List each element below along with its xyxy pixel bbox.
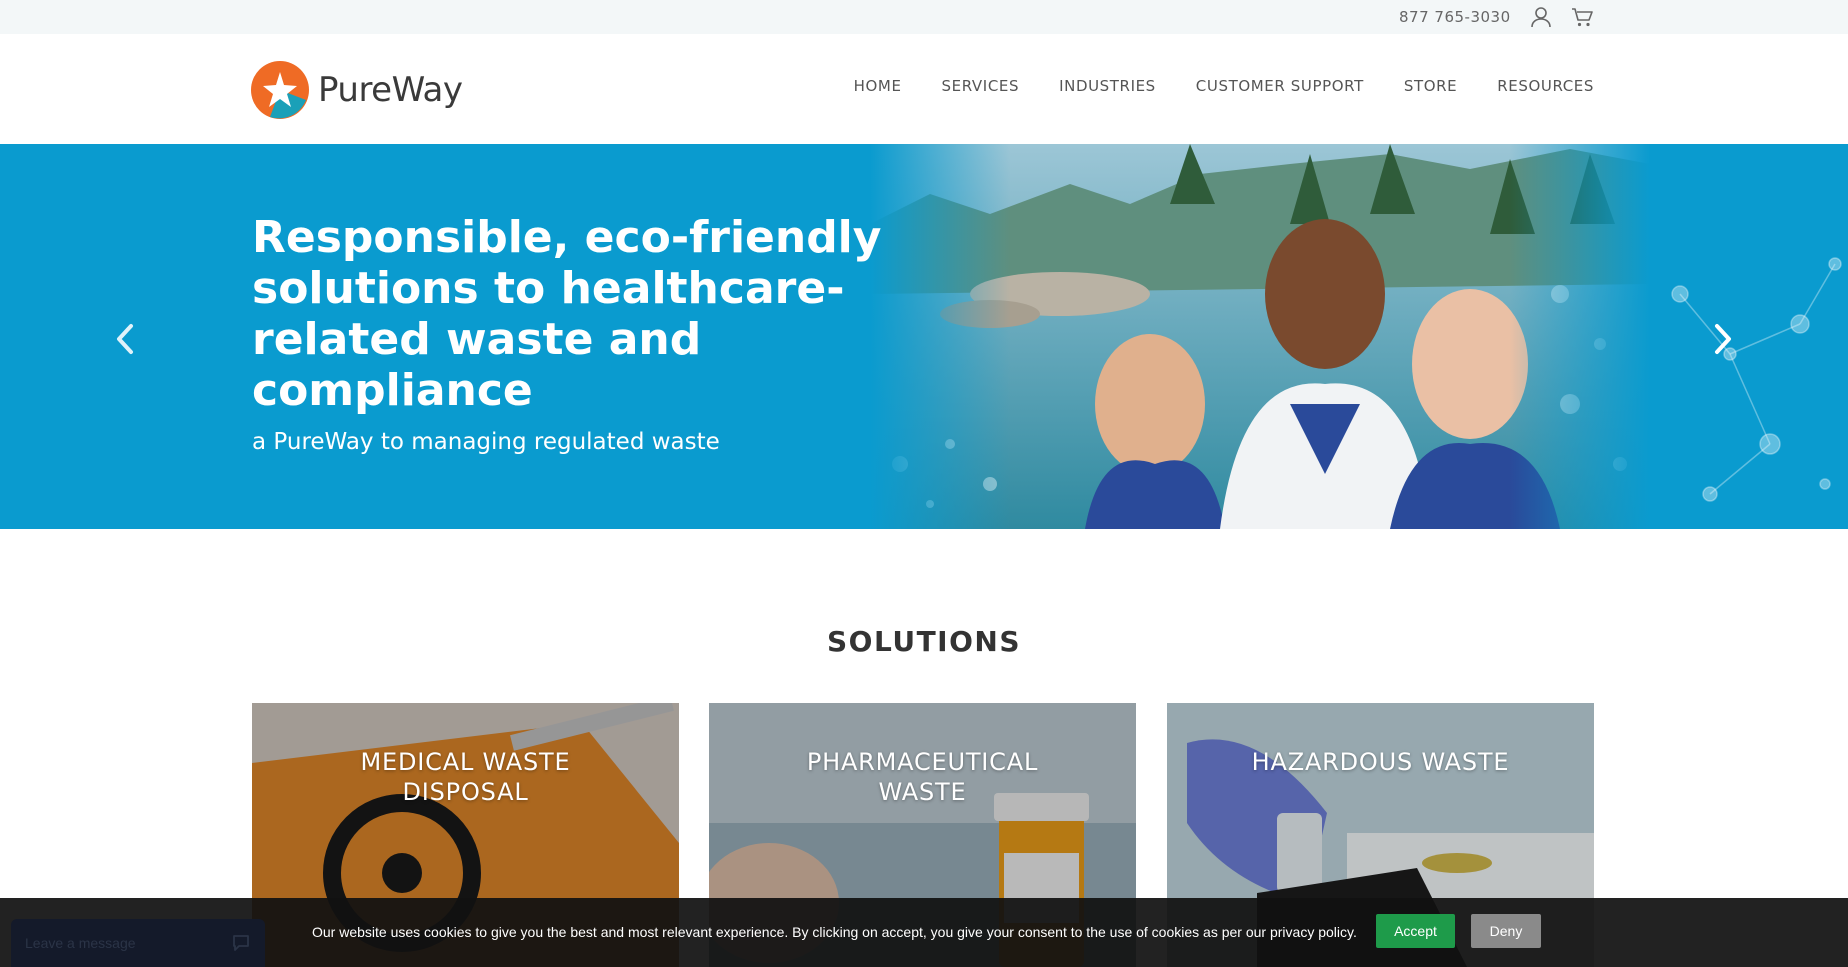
cart-icon[interactable] bbox=[1571, 6, 1593, 28]
nav-store[interactable]: STORE bbox=[1404, 77, 1457, 95]
chat-bubble-icon bbox=[231, 933, 251, 958]
card-label: PHARMACEUTICAL WASTE bbox=[806, 748, 1039, 806]
carousel-next-arrow-icon[interactable] bbox=[1703, 314, 1743, 364]
cookie-consent-banner: Our website uses cookies to give you the… bbox=[0, 898, 1848, 967]
nav-industries[interactable]: INDUSTRIES bbox=[1059, 77, 1156, 95]
solutions-heading: SOLUTIONS bbox=[827, 625, 1021, 658]
nav-customer-support[interactable]: CUSTOMER SUPPORT bbox=[1196, 77, 1364, 95]
card-label: HAZARDOUS WASTE bbox=[1251, 748, 1510, 776]
nav-resources[interactable]: RESOURCES bbox=[1497, 77, 1594, 95]
chat-widget-label: Leave a message bbox=[25, 935, 136, 951]
phone-number[interactable]: 877 765-3030 bbox=[1399, 8, 1511, 26]
card-label: MEDICAL WASTE DISPOSAL bbox=[360, 748, 571, 806]
hero-subheadline: a PureWay to managing regulated waste bbox=[252, 429, 720, 455]
hero-image bbox=[870, 144, 1650, 529]
logo-wordmark: PureWay bbox=[318, 70, 463, 110]
cookie-message: Our website uses cookies to give you the… bbox=[312, 924, 1357, 940]
carousel-prev-arrow-icon[interactable] bbox=[105, 314, 145, 364]
molecule-decoration bbox=[1671, 257, 1842, 502]
accept-cookies-button[interactable]: Accept bbox=[1376, 914, 1455, 948]
chat-widget[interactable]: Leave a message bbox=[11, 919, 265, 967]
nav-services[interactable]: SERVICES bbox=[942, 77, 1020, 95]
top-utility-bar: 877 765-3030 bbox=[0, 0, 1848, 34]
site-header: PureWay HOME SERVICES INDUSTRIES CUSTOME… bbox=[0, 34, 1848, 144]
nav-home[interactable]: HOME bbox=[854, 77, 902, 95]
site-logo[interactable]: PureWay bbox=[250, 58, 463, 122]
account-icon[interactable] bbox=[1530, 6, 1552, 28]
deny-cookies-button[interactable]: Deny bbox=[1471, 914, 1541, 948]
hero-carousel: Responsible, eco-friendly solutions to h… bbox=[0, 144, 1848, 529]
pureway-logo-icon bbox=[251, 61, 309, 119]
hero-headline: Responsible, eco-friendly solutions to h… bbox=[252, 212, 882, 416]
main-navigation: HOME SERVICES INDUSTRIES CUSTOMER SUPPOR… bbox=[854, 77, 1594, 95]
